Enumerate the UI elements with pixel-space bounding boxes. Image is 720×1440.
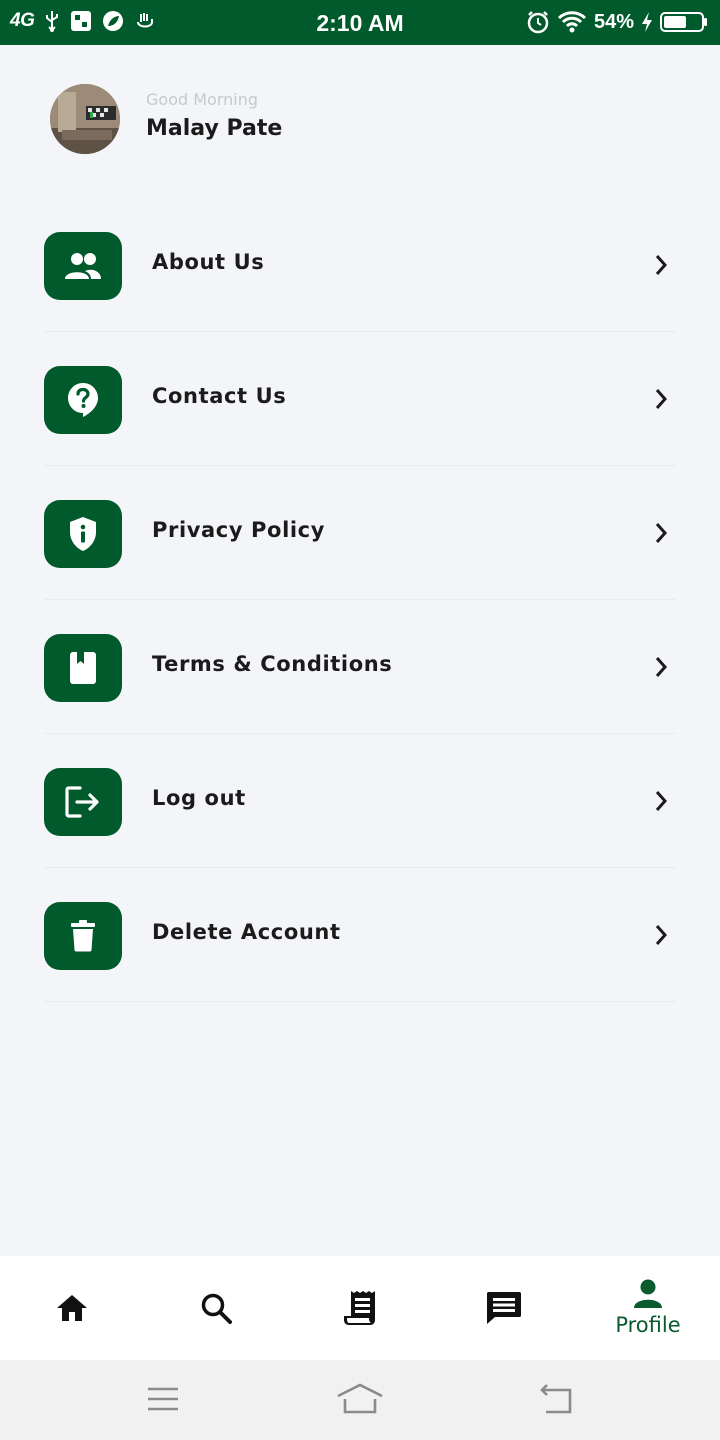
settings-menu: About Us Contact Us Privacy Policy Terms… (44, 198, 676, 1002)
nav-home[interactable] (0, 1256, 144, 1360)
book-icon (70, 652, 96, 684)
menu-icon-tile (44, 500, 122, 568)
menu-item-contact-us[interactable]: Contact Us (44, 332, 676, 466)
battery-icon (660, 12, 707, 32)
chevron-right-icon (655, 791, 668, 811)
battery-percent: 54% (593, 10, 634, 33)
menu-item-delete-account[interactable]: Delete Account (44, 868, 676, 1002)
home-icon (57, 1295, 87, 1321)
menu-icon-tile (44, 902, 122, 970)
menu-item-terms-conditions[interactable]: Terms & Conditions (44, 600, 676, 734)
nav-orders[interactable] (288, 1256, 432, 1360)
chevron-right-icon (655, 925, 668, 945)
avatar-photo (50, 84, 120, 154)
menu-item-label: Terms & Conditions (152, 652, 393, 676)
receipt-icon (344, 1291, 375, 1325)
charging-icon (642, 12, 652, 32)
help-bubble-icon (68, 383, 98, 417)
avatar[interactable] (50, 84, 120, 154)
status-bar: 4G 2:10 AM 54% (0, 0, 720, 45)
nav-profile[interactable]: Profile (576, 1256, 720, 1360)
message-icon (487, 1292, 521, 1324)
menu-icon-tile (44, 366, 122, 434)
user-name: Malay Pate (146, 116, 283, 141)
system-navigation-bar (0, 1360, 720, 1440)
shield-info-icon (70, 517, 96, 551)
menu-item-about-us[interactable]: About Us (44, 198, 676, 332)
menu-item-label: About Us (152, 250, 265, 274)
menu-icon-tile (44, 232, 122, 300)
chevron-right-icon (655, 523, 668, 543)
status-right-icons: 54% (526, 10, 708, 34)
chevron-right-icon (655, 255, 668, 275)
logout-icon (65, 786, 99, 818)
menu-item-label: Privacy Policy (152, 518, 326, 542)
menu-item-privacy-policy[interactable]: Privacy Policy (44, 466, 676, 600)
nav-messages[interactable] (432, 1256, 576, 1360)
nav-profile-label: Profile (615, 1313, 681, 1337)
nav-search[interactable] (144, 1256, 288, 1360)
recents-menu-icon[interactable] (146, 1382, 180, 1416)
bottom-nav: Profile (0, 1256, 720, 1360)
menu-item-label: Delete Account (152, 920, 341, 944)
menu-icon-tile (44, 768, 122, 836)
back-button-icon[interactable] (538, 1382, 574, 1416)
menu-icon-tile (44, 634, 122, 702)
chevron-right-icon (655, 389, 668, 409)
menu-item-label: Log out (152, 786, 246, 810)
search-icon (201, 1293, 232, 1324)
profile-icon (634, 1279, 662, 1308)
wifi-icon (557, 11, 587, 33)
people-icon (65, 253, 101, 279)
alarm-icon (527, 11, 549, 34)
greeting-text: Good Morning (146, 90, 258, 109)
chevron-right-icon (655, 657, 668, 677)
trash-icon (71, 920, 95, 952)
menu-item-label: Contact Us (152, 384, 287, 408)
menu-item-log-out[interactable]: Log out (44, 734, 676, 868)
home-button-icon[interactable] (336, 1382, 384, 1416)
